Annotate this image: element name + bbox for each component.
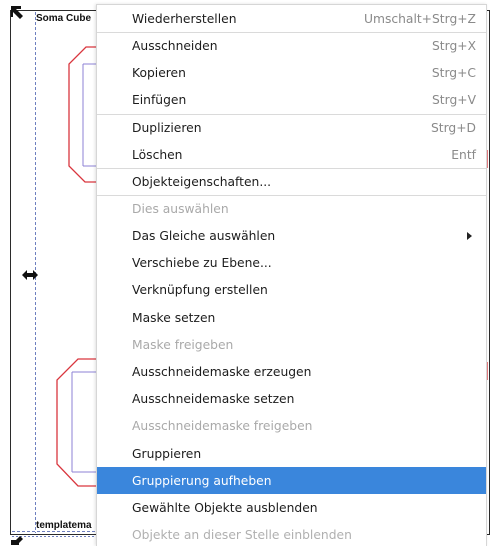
context-menu: Wiederherstellen Umschalt+Strg+Z Ausschn… bbox=[96, 4, 487, 546]
shortcut-delete: Entf bbox=[451, 147, 476, 162]
menu-item-create-link[interactable]: Verknüpfung erstellen bbox=[97, 277, 486, 304]
menu-item-move-to-layer[interactable]: Verschiebe zu Ebene... bbox=[97, 250, 486, 277]
menu-item-create-clip[interactable]: Ausschneidemaske erzeugen bbox=[97, 358, 486, 385]
menu-item-ungroup[interactable]: Gruppierung aufheben bbox=[97, 467, 486, 495]
shape-outline-lower bbox=[56, 358, 96, 487]
menu-item-object-properties[interactable]: Objekteigenschaften... bbox=[97, 168, 486, 195]
menu-item-release-clip: Ausschneidemaske freigeben bbox=[132, 419, 313, 434]
menu-item-unhide-here[interactable]: Objekte an dieser Stelle einblenden bbox=[97, 522, 486, 546]
menu-item-duplicate[interactable]: Duplizieren Strg+D bbox=[97, 113, 486, 141]
shortcut-copy: Strg+C bbox=[431, 65, 476, 80]
menu-item-set-mask[interactable]: Maske setzen bbox=[97, 304, 486, 331]
shortcut-paste: Strg+V bbox=[432, 93, 476, 108]
menu-item-select-same[interactable]: Das Gleiche auswählen bbox=[97, 223, 486, 250]
submenu-arrow-icon bbox=[467, 231, 472, 240]
menu-item-group[interactable]: Gruppieren bbox=[97, 440, 486, 467]
menu-item-delete[interactable]: Löschen Entf bbox=[97, 141, 486, 168]
menu-item-set-clip[interactable]: Ausschneidemaske setzen bbox=[97, 386, 486, 413]
resize-handle-top-left bbox=[11, 6, 23, 19]
shortcut-cut: Strg+X bbox=[432, 39, 476, 54]
resize-handle-bottom-left bbox=[11, 536, 23, 545]
shortcut-duplicate: Strg+D bbox=[430, 120, 476, 135]
page-title-label: Soma Cube bbox=[36, 13, 92, 24]
menu-item-release-mask: Maske freigeben bbox=[132, 337, 234, 352]
menu-item-hide-selected[interactable]: Gewählte Objekte ausblenden bbox=[97, 494, 486, 521]
template-label: templatema bbox=[36, 520, 92, 531]
shortcut-redo: Umschalt+Strg+Z bbox=[363, 11, 476, 26]
menu-item-select-this: Dies auswählen bbox=[97, 195, 486, 222]
menu-item-copy[interactable]: Kopieren Strg+C bbox=[97, 59, 486, 86]
menu-item-cut[interactable]: Ausschneiden Strg+X bbox=[97, 32, 486, 59]
menu-item-redo[interactable]: Wiederherstellen Umschalt+Strg+Z bbox=[97, 5, 486, 32]
menu-item-paste[interactable]: Einfügen Strg+V bbox=[97, 87, 486, 114]
